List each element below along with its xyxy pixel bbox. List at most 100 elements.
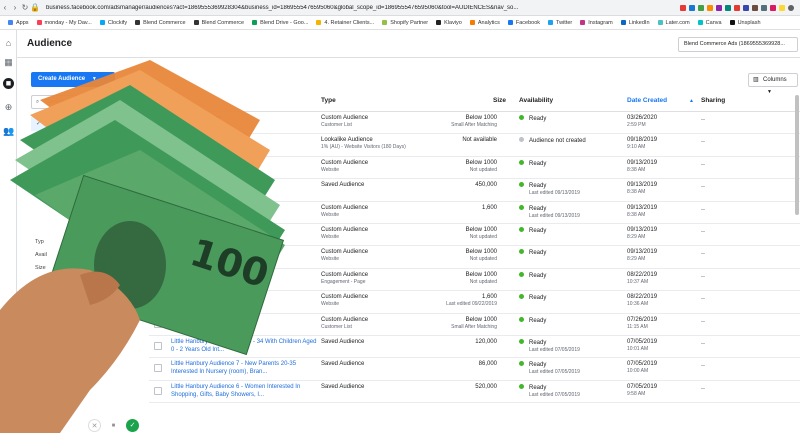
table-row[interactable]: Custom Audience Website 1,600 Ready Last edi… — [149, 202, 800, 224]
extension-icon[interactable] — [716, 4, 722, 11]
date-value: 07/05/2019 — [627, 361, 658, 368]
bookmark-item[interactable]: Later.com — [657, 20, 690, 26]
extension-icon[interactable] — [698, 4, 704, 11]
back-icon[interactable]: ‹ — [0, 3, 10, 12]
bookmark-item[interactable]: LinkedIn — [620, 20, 650, 26]
row-checkbox[interactable] — [154, 162, 162, 171]
time-value: 9:10 AM — [627, 144, 646, 151]
bookmark-item[interactable]: Shopify Partner — [382, 20, 428, 26]
table-row[interactable]: Page Custom Audience Website Below 1000 Not … — [149, 157, 800, 180]
type-column-header[interactable]: Type — [321, 97, 336, 104]
settings-icon[interactable]: ⚙ — [3, 340, 14, 351]
extension-icon[interactable] — [761, 4, 767, 11]
table-row[interactable]: List from Commerce Custom Audience Custome… — [149, 314, 800, 336]
bookmark-item[interactable]: Twitter — [548, 20, 572, 26]
table-row[interactable]: Custom Audience Website 1,600 Last edited 0… — [149, 291, 800, 314]
all-audiences-item[interactable]: ✓ All Audiences — [31, 117, 147, 131]
bookmark-item[interactable]: Facebook — [507, 20, 540, 26]
size-cell: Below 1000 Not updated — [466, 272, 497, 285]
row-checkbox[interactable] — [154, 207, 162, 216]
status-filter[interactable]: Status — [31, 151, 147, 163]
extension-icon[interactable] — [725, 4, 731, 11]
audience-name-link[interactable]: Little Hanbury Audience 8 - 25 - 34 With… — [171, 338, 321, 354]
bookmark-item[interactable]: Instagram — [580, 20, 613, 26]
audience-name-link[interactable]: Little Hanbury Audience 7 - New Parents … — [171, 360, 321, 376]
audiences-icon[interactable]: 👥 — [3, 126, 14, 137]
bookmark-item[interactable]: Klaviyo — [436, 20, 462, 26]
extension-icon[interactable] — [680, 4, 686, 11]
row-checkbox[interactable] — [154, 230, 162, 238]
availability-column-header[interactable]: Availability — [519, 97, 553, 104]
sharing-column-header[interactable]: Sharing — [701, 97, 725, 104]
row-checkbox[interactable] — [154, 140, 162, 149]
bookmark-item[interactable]: Canva — [697, 20, 722, 26]
availability-cell: Audience not created — [519, 137, 586, 145]
table-row[interactable]: Advertising Integration Custom Audience Cu… — [149, 112, 800, 135]
bookmark-item[interactable]: Unsplash — [729, 20, 761, 26]
availability-filter-label[interactable]: Avail — [35, 252, 47, 258]
row-checkbox[interactable] — [154, 297, 162, 306]
bookmark-item[interactable]: Blend Drive - Goo... — [252, 20, 308, 26]
grid-menu-icon[interactable]: ▦ — [3, 57, 14, 68]
url-field[interactable]: business.facebook.com/adsmanager/audienc… — [46, 5, 606, 11]
table-row[interactable]: Custom Audience Website Below 1000 Not upda… — [149, 246, 800, 269]
row-checkbox[interactable] — [154, 386, 162, 395]
bookmark-item[interactable]: 4. Retainer Clients... — [316, 20, 374, 26]
audience-name-link[interactable]: Page — [171, 159, 321, 167]
reload-icon[interactable]: ↻ — [20, 3, 30, 12]
extension-icon[interactable] — [689, 4, 695, 11]
account-selector[interactable]: Blend Commerce Ads (1869555369928... — [678, 37, 798, 52]
audience-name-link[interactable]: Advertising Integration — [171, 114, 321, 122]
type-cell: Saved Audience — [321, 182, 364, 189]
date-created-column-header[interactable]: Date Created — [627, 97, 667, 104]
size-filter-label[interactable]: Size — [35, 265, 46, 271]
sort-arrow-icon[interactable]: ▲ — [689, 98, 694, 104]
extension-icon[interactable] — [743, 4, 749, 11]
create-audience-button[interactable]: Create Audience ▼ — [31, 72, 115, 87]
bookmark-item[interactable]: Apps — [8, 20, 29, 26]
close-icon[interactable]: ✕ — [88, 418, 101, 432]
type-filter-label[interactable]: Typ — [35, 239, 44, 245]
size-column-header[interactable]: Size — [493, 97, 506, 104]
add-icon[interactable]: ⊕ — [3, 102, 14, 113]
columns-button[interactable]: ▥ Columns ▼ — [748, 73, 798, 95]
row-checkbox[interactable] — [154, 252, 162, 261]
table-row[interactable]: Little Hanbury Audience 6 - Women Intere… — [149, 381, 800, 404]
row-checkbox[interactable] — [154, 185, 162, 194]
row-checkbox[interactable] — [154, 274, 162, 283]
table-row[interactable]: Custom Audience Website Below 1000 Not upda… — [149, 224, 800, 247]
row-checkbox[interactable] — [154, 118, 162, 126]
bookmark-favicon-icon — [382, 20, 388, 25]
date-cell: 07/05/2019 10:00 AM — [627, 361, 657, 374]
row-checkbox[interactable] — [154, 319, 162, 328]
pause-icon[interactable]: ⏸ — [107, 418, 120, 432]
row-checkbox[interactable] — [154, 364, 162, 373]
search-input[interactable]: ⌕ Search by name or audience ID — [31, 95, 147, 109]
table-row[interactable]: Little Hanbury Audience 7 - New Parents … — [149, 358, 800, 381]
row-checkbox[interactable] — [154, 342, 162, 350]
audience-name-link[interactable]: List from Commerce — [171, 316, 321, 324]
profile-avatar[interactable] — [788, 4, 794, 11]
bookmark-item[interactable]: Blend Commerce — [135, 20, 186, 26]
extension-icon[interactable] — [752, 4, 758, 11]
audience-name-link[interactable]: Little Hanbury Audience 6 - Women Intere… — [171, 383, 321, 399]
bookmark-item[interactable]: Clockify — [99, 20, 127, 26]
home-icon[interactable]: ⌂ — [3, 38, 14, 49]
extension-icon[interactable] — [779, 4, 785, 11]
extension-icon[interactable] — [707, 4, 713, 11]
table-row[interactable]: Little Hanbury Audience 8 - 25 - 34 With… — [149, 336, 800, 359]
account-icon[interactable]: ■ — [3, 78, 14, 89]
extension-icon[interactable] — [770, 4, 776, 11]
scrollbar[interactable] — [795, 95, 799, 215]
table-row[interactable]: Saved Audience 450,000 Ready Last edited 09… — [149, 179, 800, 202]
extension-icon[interactable] — [734, 4, 740, 11]
confirm-check-icon[interactable]: ✓ — [126, 418, 139, 432]
table-row[interactable]: Website Visitors (180 Lookalike Audience 1… — [149, 134, 800, 157]
forward-icon[interactable]: › — [10, 3, 20, 12]
table-row[interactable]: Custom Audience Engagement - Page Below 10… — [149, 269, 800, 292]
bookmark-item[interactable]: Analytics — [469, 20, 500, 26]
availability-value: Ready — [529, 228, 547, 234]
bookmark-item[interactable]: Blend Commerce — [193, 20, 244, 26]
bookmark-item[interactable]: monday - My Dav... — [36, 20, 92, 26]
audience-name-link[interactable]: Website Visitors (180 — [171, 136, 321, 144]
